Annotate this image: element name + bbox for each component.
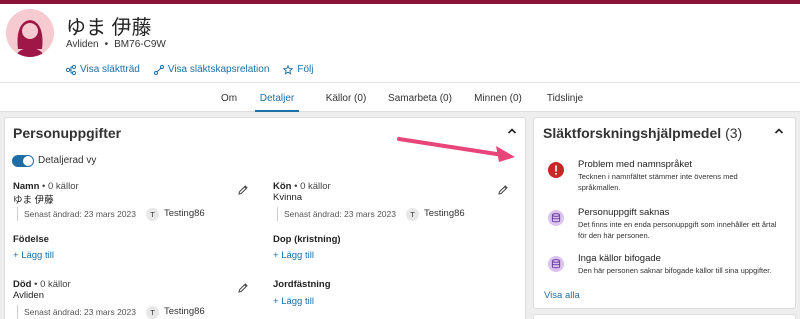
person-id: BM76-C9W (114, 39, 166, 50)
birth-label: Födelse (13, 234, 49, 245)
death-value: Avliden (13, 290, 44, 301)
gender-field-label: Kön • 0 källor (273, 181, 331, 192)
relation-icon (153, 64, 164, 75)
show-all-link[interactable]: Visa alla (544, 290, 580, 301)
tab-minnen[interactable]: Minnen (0) (469, 83, 527, 112)
personal-info-title: Personuppgifter (13, 125, 122, 141)
research-helps-title-text: Släktforskningshjälpmedel (543, 125, 722, 141)
research-item-2-title[interactable]: Personuppgift saknas (578, 207, 669, 218)
name-label: Namn (13, 181, 40, 192)
name-user[interactable]: Testing86 (164, 207, 205, 221)
research-item-1-desc: Tecknen i namnfältet stämmer inte överen… (578, 172, 738, 192)
data-stack-icon (548, 210, 564, 226)
tab-bar: Om Detaljer Källor (0) Samarbeta (0) Min… (0, 82, 800, 112)
death-field-label: Död • 0 källor (13, 279, 71, 290)
add-birth-label: Lägg till (21, 250, 54, 261)
tab-samarbeta[interactable]: Samarbeta (0) (385, 83, 455, 112)
follow-label: Följ (297, 64, 314, 75)
next-card (533, 314, 796, 319)
view-tree-label: Visa släktträd (80, 64, 140, 75)
tree-icon (66, 64, 76, 75)
header-links: Visa släktträd Visa släktskapsrelation F… (66, 64, 314, 75)
edit-name-pencil-icon[interactable] (237, 184, 249, 196)
death-user[interactable]: Testing86 (164, 305, 205, 319)
add-burial-label: Lägg till (281, 296, 314, 307)
annotation-arrow-icon (397, 137, 515, 162)
death-sources: • 0 källor (34, 279, 71, 290)
death-user-avatar: T (146, 305, 159, 319)
tab-kallor[interactable]: Källor (0) (320, 83, 372, 112)
research-item-2-desc: Det finns inte en enda personuppgift som… (578, 220, 777, 240)
detailed-view-toggle[interactable] (12, 155, 34, 167)
tab-tidslinje[interactable]: Tidslinje (540, 83, 590, 112)
add-birth-link[interactable]: + Lägg till (13, 250, 54, 261)
separator-dot: • (104, 39, 109, 50)
research-helps-title: Släktforskningshjälpmedel (3) (543, 125, 742, 141)
tab-detaljer[interactable]: Detaljer (255, 83, 299, 112)
name-value: ゆま 伊藤 (13, 195, 54, 206)
gender-sources: • 0 källor (294, 181, 331, 192)
christening-label: Dop (kristning) (273, 234, 341, 245)
view-relation-label: Visa släktskapsrelation (167, 64, 270, 75)
research-item-3-title[interactable]: Inga källor bifogade (578, 253, 661, 264)
burial-label: Jordfästning (273, 279, 331, 290)
person-subline: Avliden • BM76-C9W (66, 39, 166, 50)
gender-label: Kön (273, 181, 292, 192)
name-meta: Senast ändrad: 23 mars 2023 T Testing86 (17, 207, 205, 221)
avatar (6, 9, 54, 57)
data-stack-icon (548, 256, 564, 272)
add-christening-label: Lägg till (281, 250, 314, 261)
gender-meta: Senast ändrad: 23 mars 2023 T Testing86 (277, 207, 465, 221)
gender-modified: Senast ändrad: 23 mars 2023 (284, 209, 396, 219)
add-burial-link[interactable]: + Lägg till (273, 296, 314, 307)
view-relation-link[interactable]: Visa släktskapsrelation (153, 64, 270, 75)
alert-icon (548, 162, 564, 178)
name-modified: Senast ändrad: 23 mars 2023 (24, 209, 136, 219)
gender-value: Kvinna (273, 192, 303, 203)
star-icon (283, 64, 294, 75)
gender-user[interactable]: Testing86 (424, 207, 465, 221)
person-name: ゆま 伊藤 (66, 17, 152, 39)
edit-death-pencil-icon[interactable] (237, 282, 249, 294)
research-helps-count: (3) (725, 125, 743, 141)
research-item-3-desc: Den här personen saknar bifogade källor … (578, 266, 772, 275)
death-meta: Senast ändrad: 23 mars 2023 T Testing86 (17, 305, 205, 319)
name-sources: • 0 källor (42, 181, 79, 192)
name-field-label: Namn • 0 källor (13, 181, 79, 192)
person-status: Avliden (66, 39, 99, 50)
chevron-up-icon[interactable] (774, 126, 784, 136)
person-header: ゆま 伊藤 Avliden • BM76-C9W Visa släktträd … (0, 4, 800, 82)
detailed-view-label: Detaljerad vy (38, 155, 97, 166)
edit-gender-pencil-icon[interactable] (497, 184, 509, 196)
gender-user-avatar: T (406, 207, 419, 221)
death-label: Död (13, 279, 32, 290)
add-christening-link[interactable]: + Lägg till (273, 250, 314, 261)
follow-link[interactable]: Följ (283, 64, 314, 75)
tab-om[interactable]: Om (212, 83, 246, 112)
name-user-avatar: T (146, 207, 159, 221)
death-modified: Senast ändrad: 23 mars 2023 (24, 307, 136, 317)
research-item-1-title[interactable]: Problem med namnspråket (578, 159, 692, 170)
view-tree-link[interactable]: Visa släktträd (66, 64, 140, 75)
